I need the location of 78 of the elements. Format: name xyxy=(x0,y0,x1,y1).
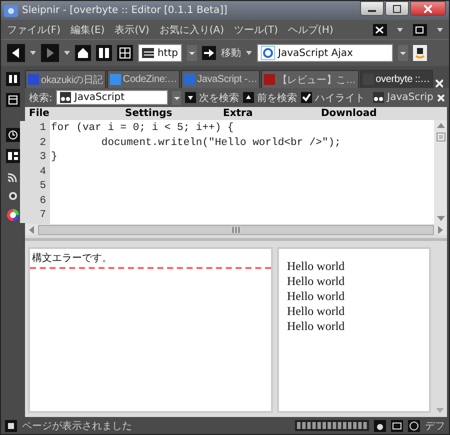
binoculars-icon xyxy=(60,92,72,103)
close-icon[interactable] xyxy=(434,79,443,88)
menu-item[interactable]: お気に入り(A) xyxy=(159,22,224,36)
output-line: Hello world xyxy=(287,259,346,274)
menu-item[interactable]: 表示(V) xyxy=(114,22,150,36)
back-icon[interactable] xyxy=(7,44,25,62)
menu-item[interactable]: ツール(T) xyxy=(234,22,278,36)
search-field[interactable]: JavaScript Ajax xyxy=(257,44,393,62)
minimize-button[interactable] xyxy=(360,1,384,16)
dropdown-icon[interactable] xyxy=(172,90,182,104)
dropdown-icon[interactable] xyxy=(187,45,197,61)
close-tab-icon[interactable] xyxy=(373,24,387,36)
maximize-button[interactable] xyxy=(385,1,409,16)
address-field[interactable]: http xyxy=(138,44,182,62)
menu-item[interactable]: 編集(E) xyxy=(70,22,105,36)
color-wheel-icon[interactable] xyxy=(6,208,20,222)
page-icon xyxy=(142,48,154,58)
editor-menu-item[interactable]: Extra xyxy=(223,108,321,119)
layout-icon[interactable] xyxy=(6,149,20,163)
editor-menu-item[interactable]: Download xyxy=(321,108,377,119)
go-arrow-icon[interactable] xyxy=(202,46,216,60)
panel-icon[interactable] xyxy=(6,72,20,86)
menu-item[interactable]: ヘルプ(H) xyxy=(288,22,334,36)
menu-item[interactable]: ファイル(F) xyxy=(7,22,61,36)
output-line: Hello world xyxy=(287,289,346,304)
home-icon[interactable] xyxy=(75,45,91,61)
editor-menu-item[interactable]: Settings xyxy=(125,108,223,119)
browser-tab[interactable]: 【レビュー】こ… xyxy=(261,70,359,88)
browser-tab[interactable]: CodeZine:… xyxy=(106,70,180,88)
window-icon[interactable] xyxy=(6,93,20,107)
panel-icon[interactable] xyxy=(96,45,112,61)
dropdown-icon[interactable] xyxy=(397,28,403,32)
search-engine-icon xyxy=(261,46,275,60)
highlight-checkbox[interactable]: ハイライト xyxy=(301,90,366,104)
browser-tab[interactable]: okazukiの日記 xyxy=(25,70,106,88)
error-message: 構文エラーです。 xyxy=(30,249,271,269)
browser-tab[interactable]: JavaScript -… xyxy=(181,70,260,88)
vertical-scrollbar[interactable] xyxy=(434,120,447,224)
close-button[interactable] xyxy=(410,1,446,16)
status-text: ページが表示されました xyxy=(22,420,132,432)
window-title: Sleipnir - [overbyte :: Editor [0.1.1 Beta]] xyxy=(22,5,228,16)
keyword-button[interactable]: JavaScrip xyxy=(373,92,434,103)
scroll-down-icon[interactable] xyxy=(436,216,444,221)
go-button[interactable]: 移動 xyxy=(221,46,241,60)
find-next-button[interactable]: 次を検索 xyxy=(185,90,240,104)
code-line: } xyxy=(50,151,58,164)
binoculars-icon xyxy=(373,92,384,103)
encoding-text[interactable]: デフ xyxy=(425,418,445,432)
code-line: document.writeln("Hello world<br />"); xyxy=(100,136,341,149)
dropdown-icon[interactable] xyxy=(30,51,36,55)
find-field[interactable]: JavaScript xyxy=(56,90,168,105)
search-label: 検索: xyxy=(29,92,52,104)
close-icon[interactable] xyxy=(437,94,445,102)
dropdown-icon[interactable] xyxy=(437,28,443,32)
editor-menu-item[interactable]: File xyxy=(29,108,125,119)
dropdown-icon[interactable] xyxy=(246,51,252,55)
output-line: Hello world xyxy=(287,274,346,289)
code-line: for (var i = 0; i < 5; i++) { xyxy=(50,122,234,134)
scroll-right-icon[interactable] xyxy=(438,226,443,234)
history-icon[interactable] xyxy=(6,128,20,142)
restore-icon[interactable] xyxy=(413,24,427,36)
grid-icon[interactable] xyxy=(117,45,133,61)
page-icon xyxy=(5,420,17,432)
output-line: Hello world xyxy=(287,319,346,334)
dropdown-icon[interactable] xyxy=(64,51,70,55)
dropdown-icon[interactable] xyxy=(398,45,408,61)
output-line: Hello world xyxy=(287,304,346,319)
browser-tab[interactable]: overbyte ::… xyxy=(360,70,433,88)
dot-icon[interactable] xyxy=(8,191,18,201)
app-icon xyxy=(4,4,18,16)
scroll-up-icon[interactable] xyxy=(436,123,444,128)
forward-icon[interactable] xyxy=(41,44,59,62)
close-icon xyxy=(424,4,432,12)
find-previous-button[interactable]: 前を検索 xyxy=(243,90,298,104)
maximize-icon xyxy=(393,4,401,12)
scroll-left-icon[interactable] xyxy=(29,226,34,234)
popup-icon[interactable] xyxy=(391,420,403,432)
checkbox-icon xyxy=(301,92,312,103)
